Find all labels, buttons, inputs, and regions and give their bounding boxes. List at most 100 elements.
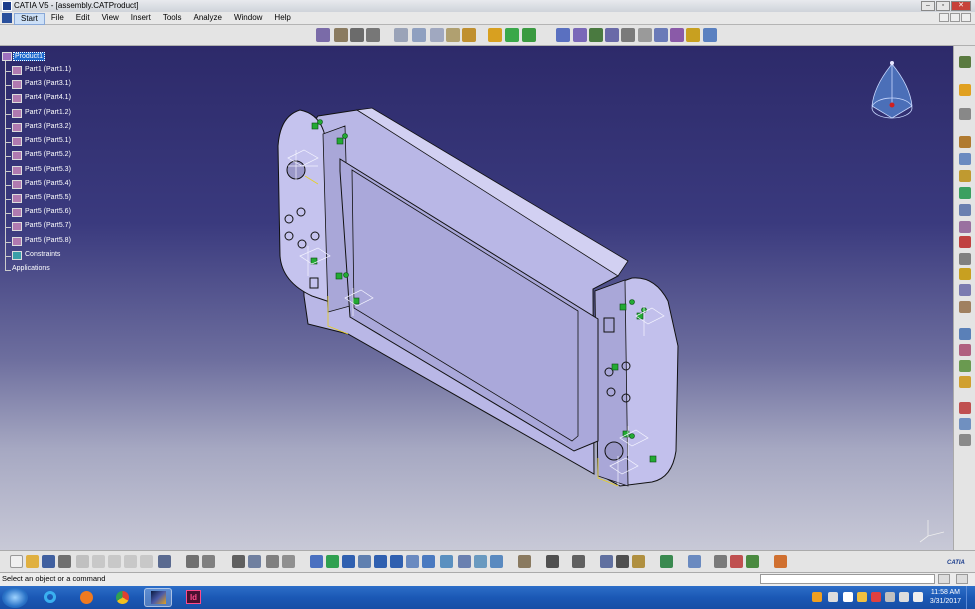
catia-v4-icon[interactable] <box>518 555 531 568</box>
menu-view[interactable]: View <box>96 13 125 25</box>
angle-constraint-icon[interactable] <box>605 28 619 42</box>
measure-between-icon[interactable] <box>600 555 613 568</box>
bill-of-material-icon[interactable] <box>959 301 971 313</box>
swap-visible-space-icon[interactable] <box>490 555 503 568</box>
offset-constraint-icon[interactable] <box>589 28 603 42</box>
menu-insert[interactable]: Insert <box>125 13 157 25</box>
spec-tree-icon[interactable] <box>282 555 295 568</box>
compare-icon[interactable] <box>959 376 971 388</box>
publish-icon[interactable] <box>959 402 971 414</box>
desk-icon[interactable] <box>572 555 585 568</box>
formula-icon[interactable] <box>186 555 199 568</box>
taskbar-indesign[interactable]: Id <box>180 588 208 607</box>
new-product-icon[interactable] <box>334 28 348 42</box>
fly-mode-icon[interactable] <box>310 555 323 568</box>
print-icon[interactable] <box>58 555 71 568</box>
minimize-button[interactable]: – <box>921 1 935 11</box>
multi-instantiation-icon[interactable] <box>488 28 502 42</box>
catalog-browser-icon[interactable] <box>266 555 279 568</box>
whats-this-icon[interactable] <box>158 555 171 568</box>
menu-start[interactable]: Start <box>14 13 45 25</box>
existing-component-icon[interactable] <box>366 28 380 42</box>
menu-edit[interactable]: Edit <box>70 13 96 25</box>
fast-multi-instantiation-icon[interactable] <box>505 28 519 42</box>
change-constraint-icon[interactable] <box>686 28 700 42</box>
graph-icon[interactable] <box>248 555 261 568</box>
copy-icon[interactable] <box>92 555 105 568</box>
normal-view-icon[interactable] <box>406 555 419 568</box>
shading-icon[interactable] <box>458 555 471 568</box>
assembly-workbench-icon[interactable] <box>959 56 971 68</box>
fix-together-icon[interactable] <box>638 28 652 42</box>
select-icon[interactable] <box>959 84 971 96</box>
tray-app-icon[interactable] <box>812 592 822 602</box>
cut-icon[interactable] <box>76 555 89 568</box>
explode-icon[interactable] <box>959 170 971 182</box>
tray-security-icon[interactable] <box>828 592 838 602</box>
network-icon[interactable] <box>899 592 909 602</box>
zoom-in-icon[interactable] <box>374 555 387 568</box>
3d-viewport[interactable]: Product1 Part1 (Part1.1) Part3 (Part3.1)… <box>0 46 953 550</box>
scene-editor-icon[interactable] <box>746 555 759 568</box>
space-analysis-icon[interactable] <box>959 328 971 340</box>
taskbar-media-player[interactable] <box>72 588 100 607</box>
rotate-icon[interactable] <box>358 555 371 568</box>
iso-view-icon[interactable] <box>440 555 453 568</box>
command-options-button[interactable] <box>938 574 950 584</box>
photo-studio-icon[interactable] <box>714 555 727 568</box>
scene-icon[interactable] <box>959 268 971 280</box>
save-icon[interactable] <box>42 555 55 568</box>
manage-representations-icon[interactable] <box>462 28 476 42</box>
catalog-icon[interactable] <box>959 284 971 296</box>
snap-icon[interactable] <box>959 153 971 165</box>
tray-antivirus-icon[interactable] <box>871 592 881 602</box>
grid-icon[interactable] <box>774 555 787 568</box>
taskbar-catia[interactable] <box>144 588 172 607</box>
volume-icon[interactable] <box>913 592 923 602</box>
knowledge-icon[interactable] <box>202 555 215 568</box>
doc-restore-button[interactable] <box>950 13 960 22</box>
menu-window[interactable]: Window <box>228 13 268 25</box>
menu-analyze[interactable]: Analyze <box>188 13 228 25</box>
open-icon[interactable] <box>26 555 39 568</box>
contact-constraint-icon[interactable] <box>573 28 587 42</box>
sectioning-icon[interactable] <box>959 344 971 356</box>
taskbar-chrome[interactable] <box>108 588 136 607</box>
show-desktop-button[interactable] <box>966 586 975 609</box>
menu-file[interactable]: File <box>45 13 70 25</box>
new-component-icon[interactable] <box>316 28 330 42</box>
command-input[interactable] <box>760 574 935 584</box>
new-icon[interactable] <box>10 555 23 568</box>
undo-icon[interactable] <box>124 555 137 568</box>
start-orb-icon[interactable] <box>2 587 28 608</box>
paste-icon[interactable] <box>108 555 121 568</box>
doc-close-button[interactable] <box>961 13 971 22</box>
table-icon[interactable] <box>232 555 245 568</box>
system-clock[interactable]: 11:58 AM 3/31/2017 <box>930 588 961 606</box>
update-all-icon[interactable] <box>660 555 673 568</box>
zoom-out-icon[interactable] <box>390 555 403 568</box>
generate-numbering-icon[interactable] <box>430 28 444 42</box>
tray-shield-icon[interactable] <box>843 592 853 602</box>
sketcher-icon[interactable] <box>959 108 971 120</box>
tray-update-icon[interactable] <box>885 592 895 602</box>
assembly-features-icon[interactable] <box>959 434 971 446</box>
replace-component-icon[interactable] <box>394 28 408 42</box>
enovia-icon[interactable] <box>546 555 559 568</box>
measure-item-icon[interactable] <box>616 555 629 568</box>
apply-material-icon[interactable] <box>688 555 701 568</box>
inertia-icon[interactable] <box>632 555 645 568</box>
pan-icon[interactable] <box>342 555 355 568</box>
flexible-sub-assembly-icon[interactable] <box>670 28 684 42</box>
annotation-icon[interactable] <box>959 253 971 265</box>
new-part-icon[interactable] <box>350 28 364 42</box>
reuse-pattern-icon[interactable] <box>522 28 536 42</box>
measure-icon[interactable] <box>959 221 971 233</box>
hide-show-icon[interactable] <box>474 555 487 568</box>
console-model[interactable] <box>277 107 679 487</box>
manipulation-icon[interactable] <box>959 136 971 148</box>
maximize-button[interactable]: ▫ <box>936 1 950 11</box>
update-icon[interactable] <box>959 236 971 248</box>
doc-minimize-button[interactable] <box>939 13 949 22</box>
taskbar-internet-explorer[interactable] <box>36 588 64 607</box>
